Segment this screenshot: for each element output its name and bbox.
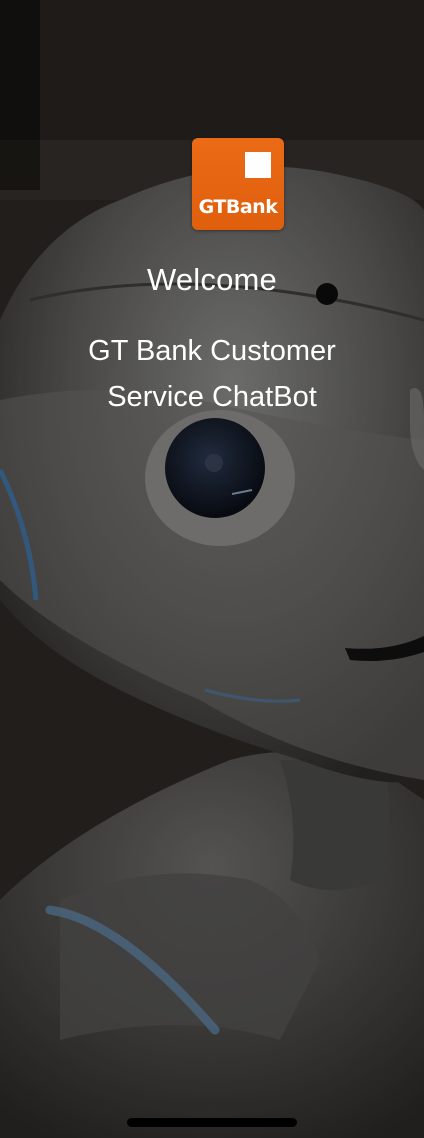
- logo-text: GTBank: [198, 196, 278, 218]
- logo-square-icon: [245, 152, 271, 178]
- welcome-screen: GTBank Welcome GT Bank Customer Service …: [0, 0, 424, 1138]
- home-indicator[interactable]: [127, 1118, 297, 1127]
- welcome-heading: Welcome: [146, 262, 278, 297]
- chatbot-subtitle: GT Bank Customer Service ChatBot: [88, 335, 336, 413]
- gtbank-logo: GTBank: [192, 138, 284, 230]
